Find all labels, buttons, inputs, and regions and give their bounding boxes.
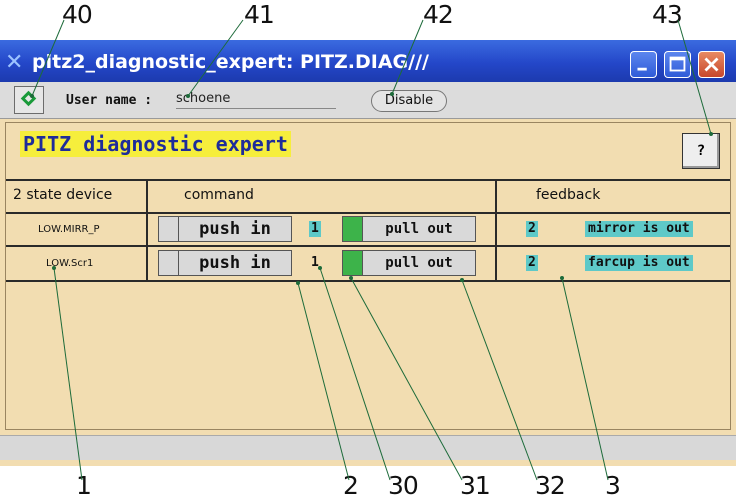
title-bar[interactable]: ✕ pitz2_diagnostic_expert: PITZ.DIAG/// — [0, 40, 736, 82]
window-title: pitz2_diagnostic_expert: PITZ.DIAG/// — [32, 51, 429, 73]
callout-3: 3 — [605, 471, 621, 500]
maximize-button[interactable] — [664, 51, 691, 78]
diamond-icon — [20, 90, 37, 107]
panel-title: PITZ diagnostic expert — [20, 131, 291, 157]
feedback-status: farcup is out — [585, 255, 693, 271]
push-value: 1 — [311, 255, 319, 270]
status-bar — [0, 435, 736, 460]
pull-lamp — [343, 251, 363, 275]
feedback-value: 2 — [526, 255, 538, 271]
username-field[interactable]: schoene — [176, 91, 336, 109]
push-in-button[interactable]: push in — [158, 250, 292, 276]
application-window: ✕ pitz2_diagnostic_expert: PITZ.DIAG/// … — [0, 40, 736, 466]
callout-41: 41 — [244, 0, 275, 29]
close-button[interactable] — [698, 51, 725, 78]
user-toolbar: User name : schoene Disable — [0, 82, 736, 119]
push-lamp — [159, 251, 179, 275]
push-in-label: push in — [199, 219, 271, 239]
header-feedback: feedback — [536, 187, 601, 203]
feedback-status: mirror is out — [585, 221, 693, 237]
table-col-divider-1 — [146, 179, 148, 282]
device-name: LOW.MIRR_P — [38, 224, 100, 235]
header-command: command — [184, 187, 254, 203]
pull-out-label: pull out — [385, 255, 453, 271]
callout-1: 1 — [76, 471, 92, 500]
minimize-icon — [637, 67, 647, 71]
callout-30: 30 — [388, 471, 419, 500]
push-in-button[interactable]: push in — [158, 216, 292, 242]
maximize-icon — [669, 56, 686, 72]
table-row-border — [6, 245, 730, 247]
pull-lamp — [343, 217, 363, 241]
push-lamp — [159, 217, 179, 241]
diagnostic-panel: PITZ diagnostic expert ? 2 state device … — [5, 122, 731, 430]
pull-out-label: pull out — [385, 221, 453, 237]
username-label: User name : — [66, 93, 153, 108]
push-in-label: push in — [199, 253, 271, 273]
table-bottom-border — [6, 280, 730, 282]
diamond-button[interactable] — [14, 86, 44, 114]
callout-32: 32 — [535, 471, 566, 500]
device-name: LOW.Scr1 — [46, 258, 94, 269]
help-button[interactable]: ? — [682, 133, 720, 169]
callout-2: 2 — [343, 471, 359, 500]
pull-out-button[interactable]: pull out — [342, 250, 476, 276]
close-icon — [704, 57, 719, 72]
minimize-button[interactable] — [630, 51, 657, 78]
callout-40: 40 — [62, 0, 93, 29]
disable-button[interactable]: Disable — [371, 90, 447, 112]
pull-out-button[interactable]: pull out — [342, 216, 476, 242]
header-device: 2 state device — [13, 187, 113, 203]
table-header-border — [6, 212, 730, 214]
callout-42: 42 — [423, 0, 454, 29]
callout-43: 43 — [652, 0, 683, 29]
table-top-border — [6, 179, 730, 181]
push-value: 1 — [309, 221, 321, 237]
feedback-value: 2 — [526, 221, 538, 237]
x-logo-icon: ✕ — [5, 50, 24, 75]
callout-31: 31 — [460, 471, 491, 500]
table-col-divider-2 — [495, 179, 497, 282]
